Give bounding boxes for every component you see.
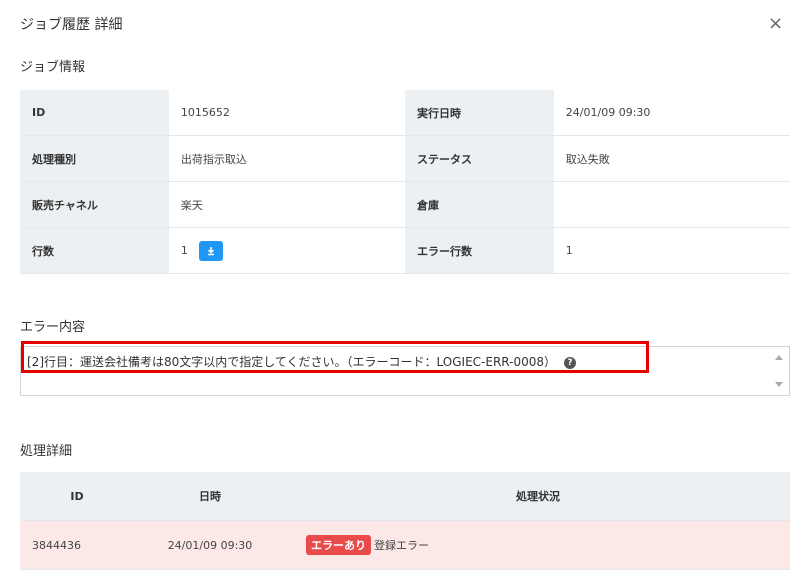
value-error-row-count: 1	[553, 227, 790, 274]
error-message: [2]行目：運送会社備考は80文字以内で指定してください。（エラーコード：LOG…	[27, 353, 577, 370]
table-row: 処理種別 出荷指示取込 ステータス 取込失敗	[20, 135, 790, 182]
value-executed-at: 24/01/09 09:30	[553, 90, 790, 136]
value-process-type: 出荷指示取込	[168, 135, 405, 182]
value-status: 取込失敗	[553, 135, 790, 182]
job-info-heading: ジョブ情報	[20, 60, 86, 75]
label-row-count: 行数	[20, 227, 169, 274]
column-header-status: 処理状況	[286, 472, 790, 521]
help-icon[interactable]: ?	[564, 356, 577, 369]
download-button[interactable]	[199, 240, 224, 261]
label-error-row-count: エラー行数	[405, 227, 554, 274]
status-text: 登録エラー	[374, 539, 429, 552]
table-row: 販売チャネル 楽天 倉庫	[20, 181, 790, 228]
label-sales-channel: 販売チャネル	[20, 181, 169, 228]
cell-id: 3844436	[20, 520, 134, 570]
error-badge: エラーあり	[306, 535, 371, 555]
value-sales-channel: 楽天	[168, 181, 405, 228]
label-warehouse: 倉庫	[405, 181, 554, 228]
value-row-count: 1	[180, 243, 188, 257]
scroll-up-arrow-icon[interactable]	[775, 355, 783, 360]
process-detail-table: ID 日時 処理状況 3844436 24/01/09 09:30 エラーあり登…	[20, 472, 790, 570]
table-row: ID 1015652 実行日時 24/01/09 09:30	[20, 90, 790, 136]
dialog-title: ジョブ履歴 詳細	[20, 17, 123, 33]
value-id: 1015652	[168, 90, 405, 136]
job-info-table: ID 1015652 実行日時 24/01/09 09:30 処理種別 出荷指示…	[20, 90, 790, 274]
error-heading: エラー内容	[20, 320, 86, 335]
detail-heading: 処理詳細	[20, 444, 73, 459]
cell-datetime: 24/01/09 09:30	[134, 520, 286, 570]
label-id: ID	[20, 90, 169, 136]
error-message-box[interactable]: [2]行目：運送会社備考は80文字以内で指定してください。（エラーコード：LOG…	[20, 341, 790, 396]
close-icon[interactable]: ×	[768, 14, 783, 34]
table-row: 3844436 24/01/09 09:30 エラーあり 登録エラー	[20, 520, 790, 570]
label-process-type: 処理種別	[20, 135, 169, 182]
column-header-datetime: 日時	[134, 472, 286, 521]
scroll-down-arrow-icon[interactable]	[775, 382, 783, 387]
value-row-count-cell: 1	[168, 227, 405, 274]
value-warehouse	[553, 181, 790, 228]
label-status: ステータス	[405, 135, 554, 182]
table-row: 行数 1 エラー行数 1	[20, 227, 790, 274]
cell-status: エラーあり 登録エラー	[286, 520, 790, 570]
download-icon	[208, 246, 215, 255]
label-executed-at: 実行日時	[405, 90, 554, 136]
table-header-row: ID 日時 処理状況	[20, 472, 790, 521]
error-message-text: [2]行目：運送会社備考は80文字以内で指定してください。（エラーコード：LOG…	[27, 355, 557, 369]
column-header-id: ID	[20, 472, 134, 521]
